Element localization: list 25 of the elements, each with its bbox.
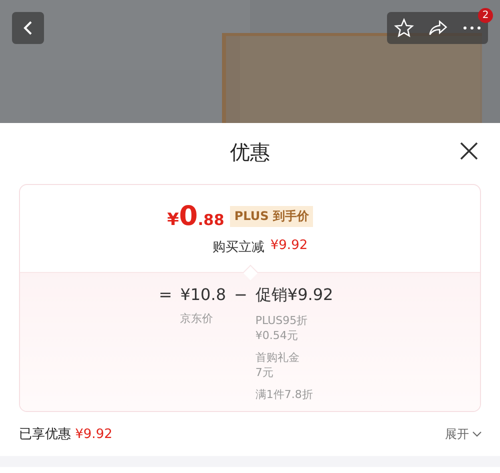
final-price: ¥0.88 xyxy=(167,201,224,232)
saving-label: 购买立减 xyxy=(212,239,264,256)
sheet-title: 优惠 xyxy=(230,138,270,166)
base-price: ¥10.8 xyxy=(180,285,226,304)
star-icon[interactable] xyxy=(394,18,414,38)
equals-sign: = xyxy=(158,285,172,306)
savings-label: 已享优惠 xyxy=(19,427,72,442)
more-icon[interactable] xyxy=(462,26,481,30)
discount-name: 首购礼金 xyxy=(255,350,300,365)
discount-name: 满1件7.8折 xyxy=(255,387,314,402)
minus-sign: − xyxy=(234,285,248,306)
share-icon[interactable] xyxy=(428,19,448,37)
chevron-down-icon xyxy=(472,431,482,437)
back-icon xyxy=(22,20,34,36)
saving-amount: ¥9.92 xyxy=(270,238,308,255)
discount-total: 促销¥9.92 xyxy=(255,285,334,306)
discount-amount: ¥0.54元 xyxy=(255,328,299,343)
close-button[interactable] xyxy=(458,140,480,162)
discount-amount: 7元 xyxy=(255,365,274,380)
price-tag: PLUS 到手价 xyxy=(230,206,313,227)
discount-name: PLUS95折 xyxy=(255,313,309,328)
base-price-label: 京东价 xyxy=(180,311,214,326)
expand-button[interactable]: 展开 xyxy=(445,426,482,442)
back-button[interactable] xyxy=(12,12,44,44)
savings-amount: ¥9.92 xyxy=(75,427,112,442)
